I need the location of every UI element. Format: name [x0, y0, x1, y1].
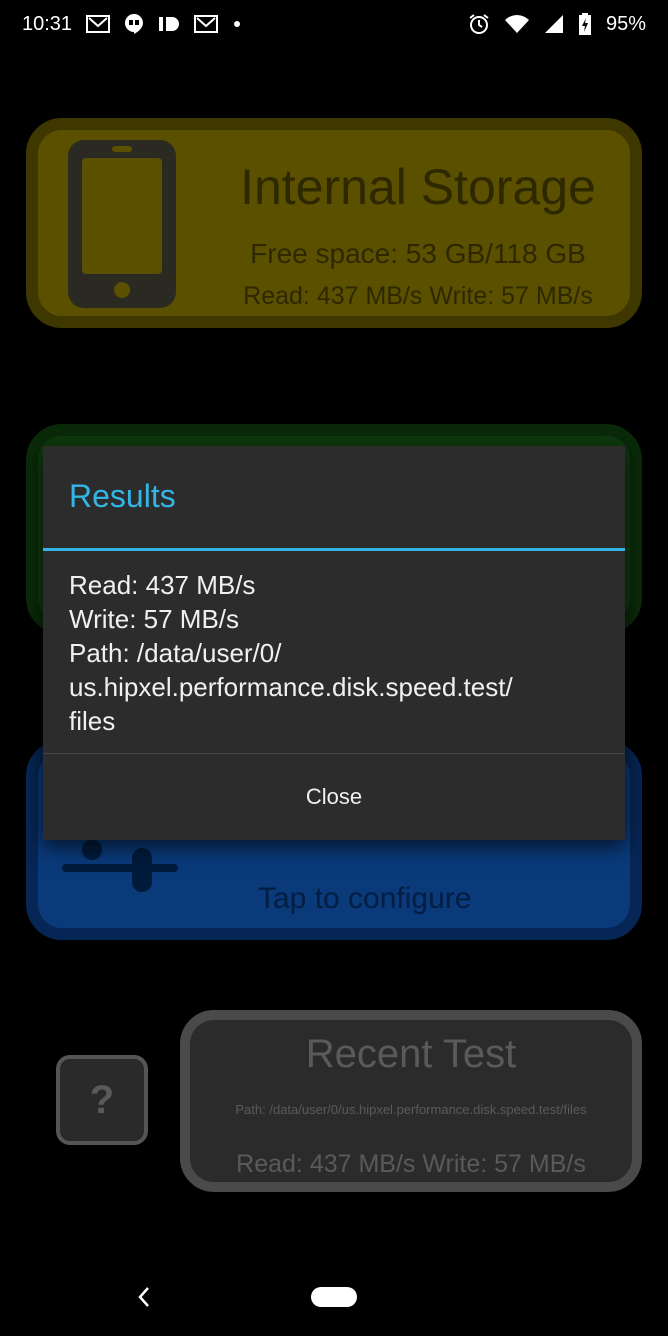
dialog-body: Read: 437 MB/s Write: 57 MB/s Path: /dat… [69, 568, 609, 738]
status-time: 10:31 [22, 12, 73, 35]
battery-charging-icon [578, 13, 592, 35]
home-button[interactable] [311, 1287, 357, 1307]
recent-test-card[interactable]: Recent Test Path: /data/user/0/us.hipxel… [180, 1010, 642, 1192]
result-write: Write: 57 MB/s [69, 604, 240, 634]
gmail-icon [86, 14, 111, 34]
slider-knob-icon [132, 848, 152, 892]
free-space-text: Free space: 53 GB/118 GB [250, 238, 586, 269]
dot-icon [232, 19, 242, 29]
slider-track-icon [62, 864, 178, 872]
slider-knob-icon [82, 840, 102, 860]
results-dialog: Results Read: 437 MB/s Write: 57 MB/s Pa… [43, 446, 625, 840]
back-button[interactable] [132, 1282, 156, 1312]
result-path-line-3: files [69, 706, 116, 736]
wifi-icon [504, 14, 530, 34]
dialog-title-divider [43, 548, 625, 551]
signal-icon [544, 14, 564, 34]
phone-icon [68, 140, 176, 308]
help-button[interactable]: ? [56, 1055, 148, 1145]
id-icon [158, 15, 180, 33]
internal-read-write: Read: 437 MB/s Write: 57 MB/s [243, 282, 593, 310]
result-path-line-1: Path: /data/user/0/ [69, 638, 282, 668]
status-bar: 10:31 95% [0, 0, 668, 48]
close-button[interactable]: Close [43, 754, 625, 840]
internal-storage-card[interactable]: Internal Storage Free space: 53 GB/118 G… [26, 118, 642, 328]
recent-test-title: Recent Test [305, 1032, 517, 1076]
battery-percent: 95% [605, 12, 646, 35]
tap-to-configure-label: Tap to configure [258, 882, 472, 915]
dialog-title: Results [69, 478, 176, 514]
back-chevron-icon [138, 1287, 149, 1307]
recent-test-read-write: Read: 437 MB/s Write: 57 MB/s [236, 1150, 586, 1178]
alarm-icon [468, 13, 490, 35]
result-path-line-2: us.hipxel.performance.disk.speed.test/ [69, 672, 513, 702]
hangouts-icon [124, 13, 144, 35]
result-read: Read: 437 MB/s [69, 570, 256, 600]
recent-test-path: Path: /data/user/0/us.hipxel.performance… [235, 1102, 587, 1117]
mail-icon [194, 14, 219, 34]
internal-storage-title: Internal Storage [240, 159, 596, 215]
